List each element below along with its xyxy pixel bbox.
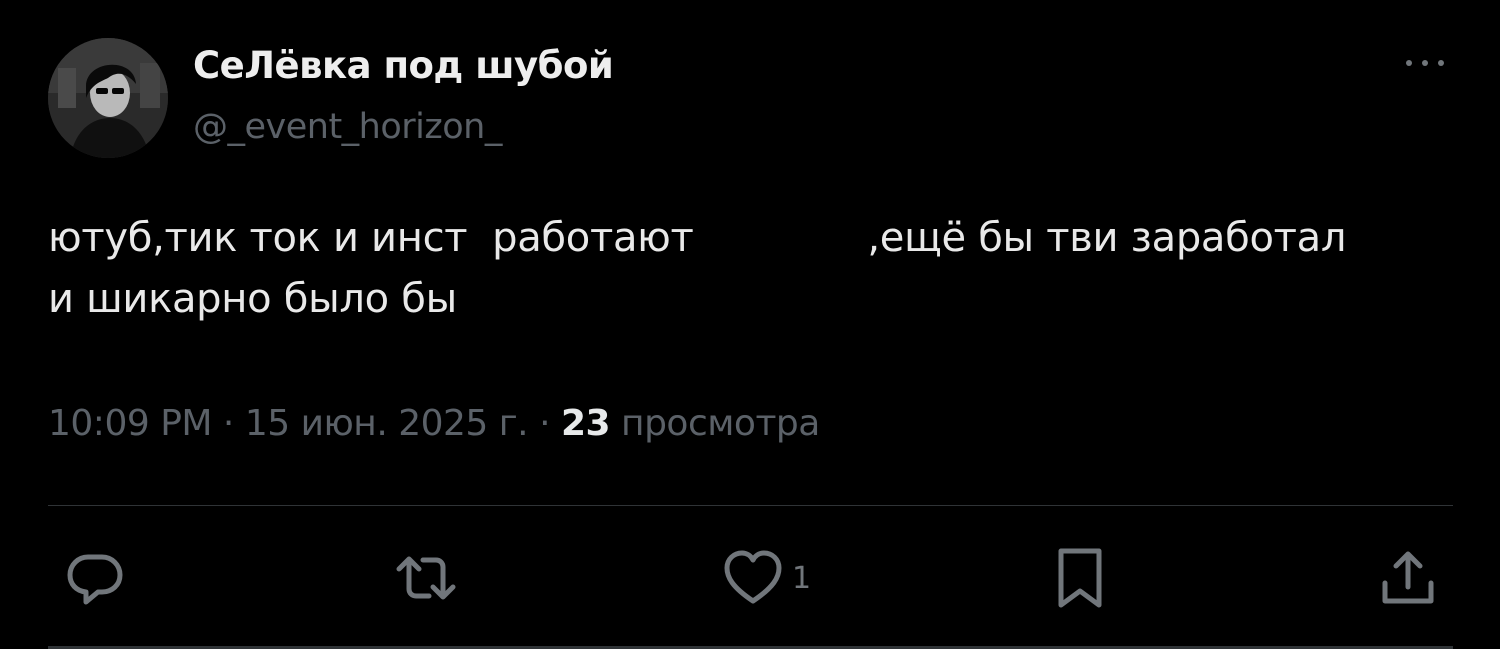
tweet-text: ютуб,тик ток и инст работают ,ещё бы тви…: [48, 215, 1347, 322]
meta-separator: ·: [539, 403, 551, 444]
like-button[interactable]: 1: [722, 546, 811, 610]
views-count[interactable]: 23: [561, 403, 611, 444]
reply-button[interactable]: [64, 546, 126, 610]
tweet-date[interactable]: 15 июн. 2025 г.: [245, 403, 529, 444]
share-button[interactable]: [1379, 546, 1437, 610]
bookmark-icon: [1058, 548, 1102, 608]
divider: [48, 505, 1453, 506]
user-handle[interactable]: @_event_horizon_: [193, 107, 502, 147]
more-options-button[interactable]: [1400, 48, 1450, 78]
views-label: просмотра: [621, 403, 820, 444]
share-icon: [1382, 551, 1434, 604]
like-icon: [724, 550, 782, 604]
bookmark-button[interactable]: [1054, 546, 1106, 610]
reply-icon: [67, 554, 123, 605]
retweet-button[interactable]: [391, 546, 461, 610]
avatar[interactable]: [48, 38, 168, 158]
avatar-image: [48, 38, 168, 158]
tweet-time[interactable]: 10:09 PM: [48, 403, 212, 444]
tweet-meta: 10:09 PM · 15 июн. 2025 г. · 23 просмотр…: [48, 403, 820, 444]
like-count: 1: [792, 560, 812, 596]
display-name[interactable]: СеЛёвка под шубой: [193, 44, 614, 87]
meta-separator: ·: [222, 403, 234, 444]
tweet: СеЛёвка под шубой @_event_horizon_ ютуб,…: [0, 0, 1500, 649]
retweet-icon: [396, 556, 456, 600]
more-icon: [1406, 60, 1444, 66]
